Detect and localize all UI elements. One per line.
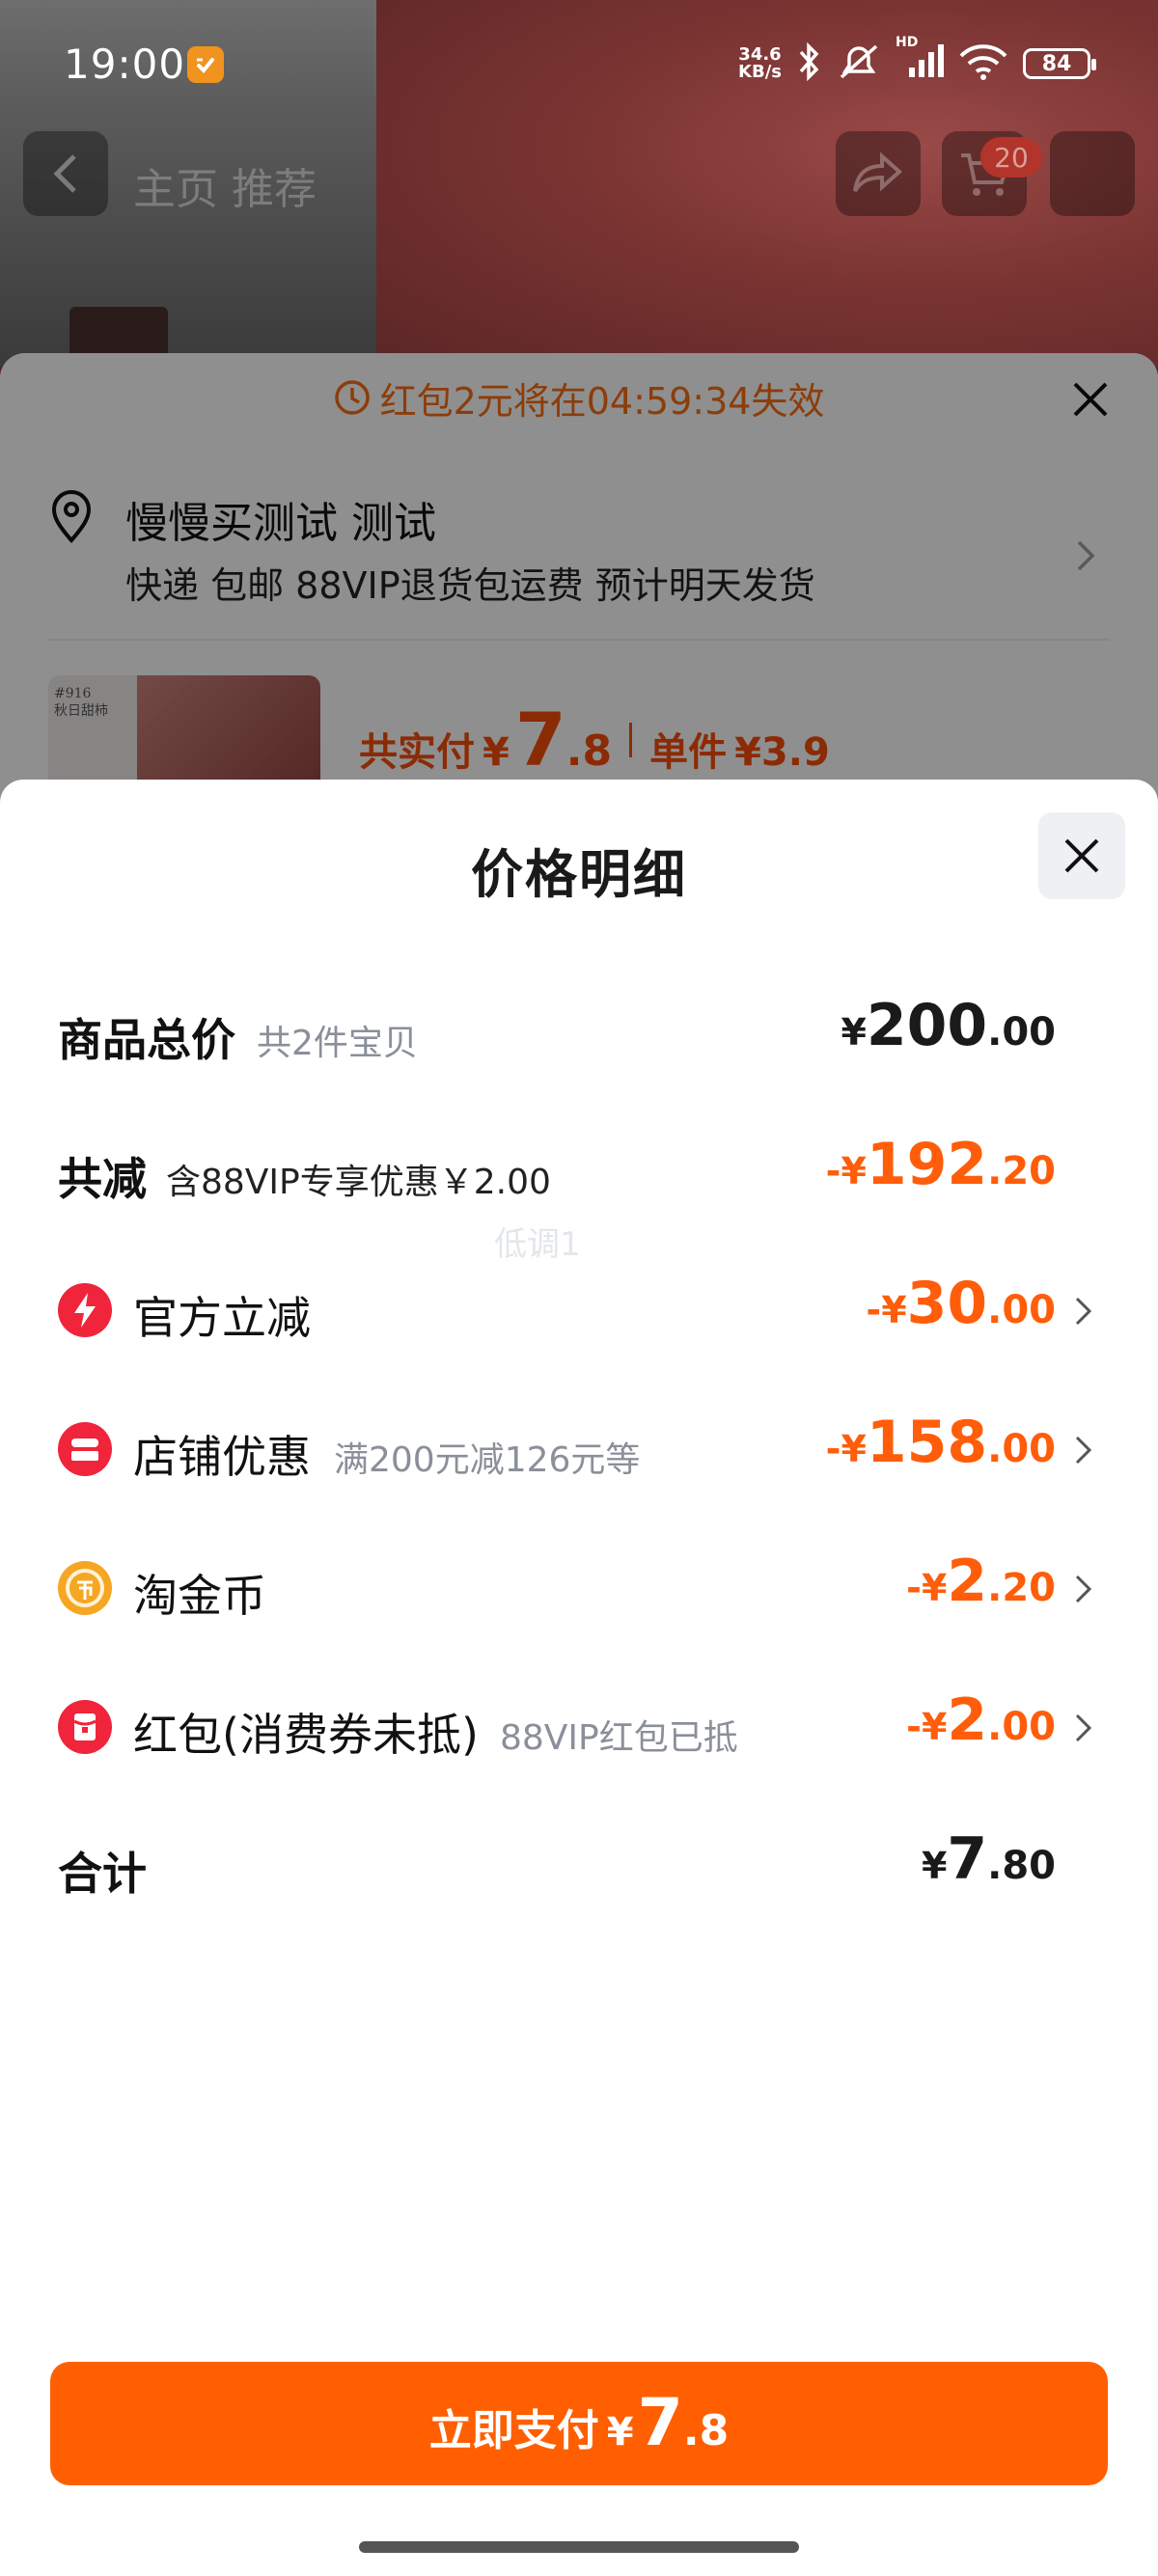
product-nav-title: 主页 推荐 xyxy=(133,165,317,214)
amount-sign: - xyxy=(866,1289,882,1331)
close-icon xyxy=(1064,838,1099,873)
pay-button-amount-dec: .8 xyxy=(682,2406,730,2455)
red-packet-icon xyxy=(58,1700,112,1754)
row-sublabel: 含88VIP专享优惠￥2.00 xyxy=(166,1163,551,1202)
amount-int: 192 xyxy=(866,1131,988,1198)
chevron-right-icon xyxy=(1075,1436,1092,1465)
row-amount: ¥ 7 .80 xyxy=(922,1825,1056,1893)
row-label: 共减 xyxy=(58,1153,147,1205)
status-icons: 34.6 KB/s HD 84 xyxy=(738,35,1096,85)
price-detail-sheet: 价格明细 商品总价 共2件宝贝 ¥ 200 .00 共减 含88VIP专享优惠￥… xyxy=(0,780,1158,2576)
amount-int: 200 xyxy=(866,992,988,1059)
row-label: 合计 xyxy=(58,1848,147,1900)
price-row-goods-total: 商品总价 共2件宝贝 ¥ 200 .00 xyxy=(0,992,1158,1069)
price-row-official-discount[interactable]: 官方立减 - ¥ 30 .00 xyxy=(0,1270,1158,1347)
chevron-right-icon xyxy=(1075,1575,1092,1603)
row-label: 官方立减 xyxy=(133,1292,311,1344)
mute-icon xyxy=(836,42,882,85)
chevron-right-icon xyxy=(1075,1713,1092,1742)
row-amount: - ¥ 2 .00 xyxy=(906,1686,1056,1754)
network-speed-unit: KB/s xyxy=(738,62,782,82)
status-bar: 19:00 34.6 KB/s HD 84 xyxy=(0,0,1158,112)
share-button[interactable] xyxy=(836,131,921,216)
chevron-right-icon xyxy=(1075,1297,1092,1326)
more-button[interactable] xyxy=(1050,131,1135,216)
price-row-grand-total: 合计 ¥ 7 .80 xyxy=(0,1825,1158,1903)
amount-dec: .00 xyxy=(987,1427,1056,1471)
amount-int: 2 xyxy=(947,1548,988,1615)
amount-currency: ¥ xyxy=(841,1011,867,1054)
price-row-store-discount[interactable]: 店铺优惠 满200元减126元等 - ¥ 158 .00 xyxy=(0,1409,1158,1486)
pay-now-button[interactable]: 立即支付 ¥ 7 .8 xyxy=(50,2362,1108,2485)
network-speed: 34.6 KB/s xyxy=(738,46,782,81)
price-row-taobao-coins[interactable]: 淘金币 - ¥ 2 .20 xyxy=(0,1548,1158,1625)
row-sublabel: 共2件宝贝 xyxy=(257,1024,418,1063)
row-sublabel: 88VIP红包已抵 xyxy=(500,1718,738,1758)
amount-currency: ¥ xyxy=(921,1845,948,1887)
amount-dec: .80 xyxy=(987,1844,1056,1888)
amount-currency: ¥ xyxy=(921,1706,948,1748)
status-time: 19:00 xyxy=(64,41,186,88)
amount-currency: ¥ xyxy=(841,1150,867,1192)
amount-dec: .00 xyxy=(987,1705,1056,1749)
pay-button-amount-int: 7 xyxy=(637,2385,683,2461)
amount-currency: ¥ xyxy=(841,1428,867,1470)
row-amount: - ¥ 192 .20 xyxy=(826,1131,1056,1198)
back-button[interactable] xyxy=(23,131,108,216)
coin-icon xyxy=(58,1561,112,1615)
row-label: 店铺优惠 xyxy=(133,1431,311,1483)
close-button[interactable] xyxy=(1038,812,1125,899)
amount-sign: - xyxy=(825,1150,841,1192)
notification-app-icon xyxy=(187,46,224,83)
lightning-icon xyxy=(58,1283,112,1337)
watermark-text: 低调1 xyxy=(494,1225,581,1264)
amount-int: 30 xyxy=(906,1270,988,1337)
wifi-icon xyxy=(957,42,1009,85)
amount-dec: .20 xyxy=(987,1566,1056,1610)
amount-currency: ¥ xyxy=(921,1567,948,1609)
price-row-red-packet[interactable]: 红包(消费券未抵) 88VIP红包已抵 - ¥ 2 .00 xyxy=(0,1686,1158,1764)
price-row-total-discount: 共减 含88VIP专享优惠￥2.00 - ¥ 192 .20 xyxy=(0,1131,1158,1208)
battery-icon: 84 xyxy=(1023,48,1096,79)
amount-int: 2 xyxy=(947,1686,988,1754)
amount-sign: - xyxy=(825,1428,841,1470)
pay-button-label: 立即支付 xyxy=(428,2406,599,2455)
amount-int: 158 xyxy=(866,1409,988,1476)
row-amount: - ¥ 158 .00 xyxy=(826,1409,1056,1476)
home-indicator[interactable] xyxy=(359,2541,799,2553)
row-label: 淘金币 xyxy=(133,1570,266,1622)
signal-icon: HD xyxy=(896,35,944,85)
row-amount: - ¥ 2 .20 xyxy=(906,1548,1056,1615)
store-coupon-icon xyxy=(58,1422,112,1476)
amount-dec: .00 xyxy=(987,1010,1056,1055)
row-label: 商品总价 xyxy=(58,1014,235,1066)
bluetooth-icon xyxy=(795,41,822,85)
amount-currency: ¥ xyxy=(881,1289,907,1331)
amount-int: 7 xyxy=(947,1825,988,1893)
amount-sign: - xyxy=(906,1567,922,1609)
sheet-title: 价格明细 xyxy=(471,844,687,905)
amount-sign: - xyxy=(906,1706,922,1748)
row-label: 红包(消费券未抵) xyxy=(133,1709,479,1761)
amount-dec: .00 xyxy=(987,1288,1056,1332)
hd-label: HD xyxy=(896,35,919,50)
row-amount: ¥ 200 .00 xyxy=(841,992,1056,1059)
cart-count-badge: 20 xyxy=(980,137,1042,178)
row-amount: - ¥ 30 .00 xyxy=(866,1270,1056,1337)
amount-dec: .20 xyxy=(987,1149,1056,1193)
row-sublabel: 满200元减126元等 xyxy=(334,1440,641,1480)
pay-button-currency: ¥ xyxy=(606,2410,634,2454)
